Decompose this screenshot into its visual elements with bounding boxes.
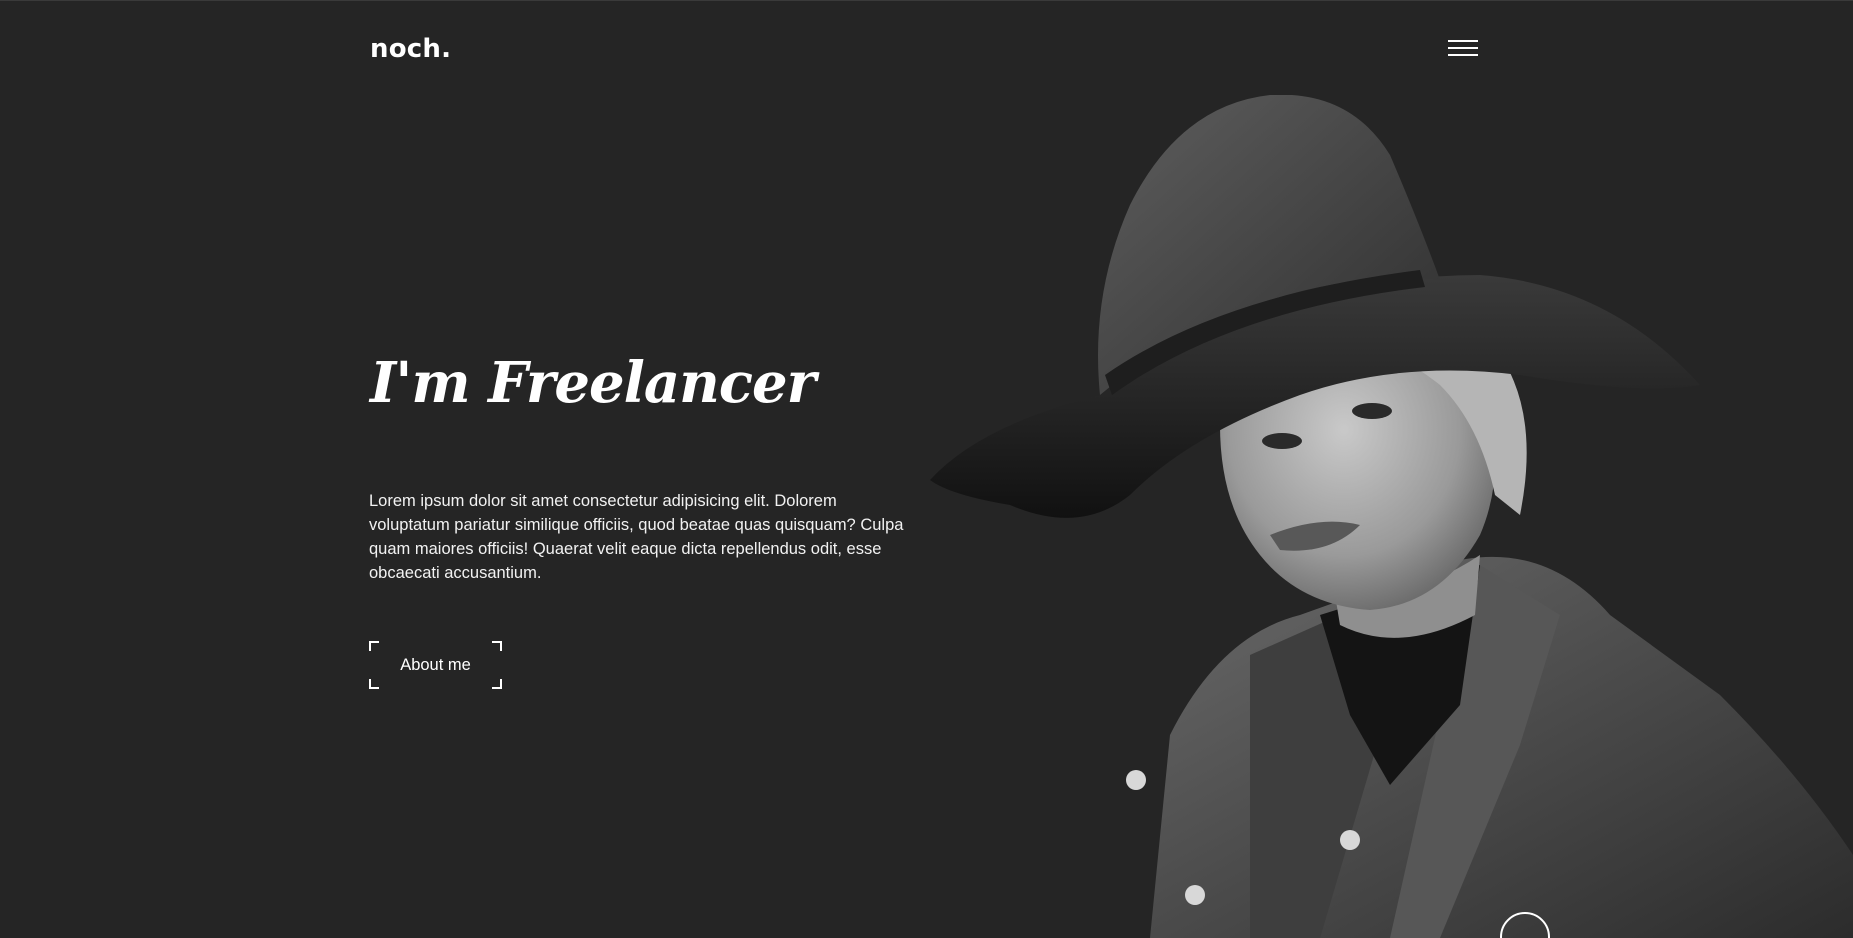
bracket-corner: [492, 641, 502, 651]
hamburger-menu-icon[interactable]: [1448, 38, 1480, 58]
bracket-corner: [492, 679, 502, 689]
about-me-button[interactable]: About me: [369, 641, 502, 689]
hero-description: Lorem ipsum dolor sit amet consectetur a…: [369, 492, 904, 582]
bracket-corner: [369, 641, 379, 651]
top-divider: [0, 0, 1853, 1]
hero-title: I'm Freelancer: [370, 350, 816, 416]
page: noch. I'm Freelancer Lorem ipsum dolor s…: [0, 0, 1853, 938]
menu-line: [1448, 54, 1478, 56]
bracket-corner: [369, 679, 379, 689]
menu-line: [1448, 40, 1478, 42]
hero-portrait-image: [930, 95, 1853, 938]
about-me-label: About me: [400, 655, 471, 674]
menu-line: [1448, 47, 1478, 49]
logo[interactable]: noch.: [370, 34, 451, 64]
